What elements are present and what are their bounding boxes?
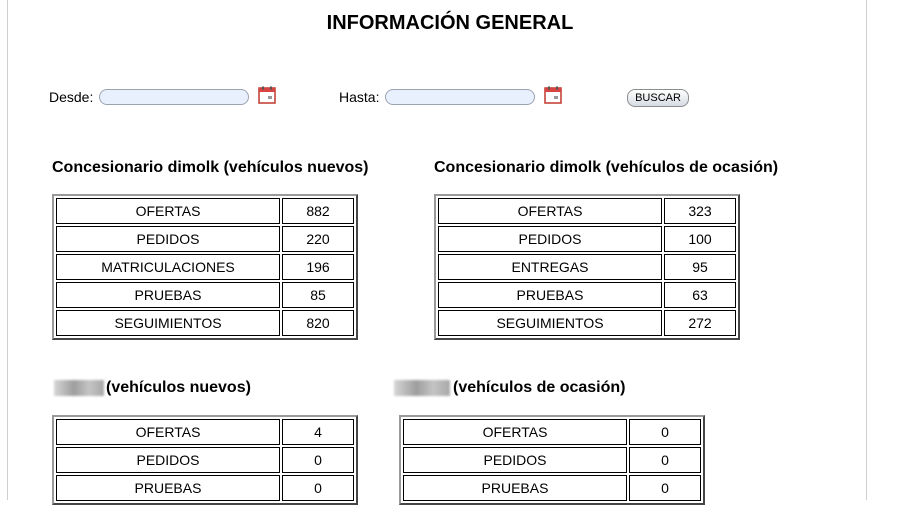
table-row: PRUEBAS 63 (438, 282, 736, 308)
row-value: 220 (282, 226, 354, 252)
table-row: ENTREGAS 95 (438, 254, 736, 280)
row-value: 882 (282, 198, 354, 224)
stats-table-new-vehicles-2: OFERTAS 4 PEDIDOS 0 PRUEBAS 0 (52, 415, 358, 505)
row-label: OFERTAS (438, 198, 662, 224)
table-row: OFERTAS 0 (403, 419, 701, 445)
redacted-name (54, 380, 104, 396)
table-row: PRUEBAS 0 (403, 475, 701, 501)
to-date-input[interactable] (385, 89, 535, 105)
page-title: INFORMACIÓN GENERAL (326, 12, 574, 34)
row-label: PRUEBAS (56, 475, 280, 501)
table-row: SEGUIMIENTOS 272 (438, 310, 736, 336)
table-row: PRUEBAS 0 (56, 475, 354, 501)
row-label: PRUEBAS (403, 475, 627, 501)
table-row: OFERTAS 4 (56, 419, 354, 445)
table-row: OFERTAS 882 (56, 198, 354, 224)
row-value: 272 (664, 310, 736, 336)
row-label: OFERTAS (56, 419, 280, 445)
table-row: PEDIDOS 0 (403, 447, 701, 473)
section-title-new-vehicles-2: (vehículos nuevos) (106, 379, 251, 396)
table-row: PEDIDOS 100 (438, 226, 736, 252)
row-value: 85 (282, 282, 354, 308)
search-button[interactable]: BUSCAR (627, 89, 689, 107)
stats-table-used-vehicles: OFERTAS 323 PEDIDOS 100 ENTREGAS 95 PRUEBAS… (434, 194, 740, 340)
row-value: 95 (664, 254, 736, 280)
row-value: 196 (282, 254, 354, 280)
row-value: 100 (664, 226, 736, 252)
calendar-icon[interactable] (544, 86, 562, 104)
row-label: PRUEBAS (56, 282, 280, 308)
row-label: PEDIDOS (56, 226, 280, 252)
table-row: PEDIDOS 220 (56, 226, 354, 252)
calendar-icon[interactable] (258, 86, 276, 104)
row-value: 0 (282, 447, 354, 473)
section-title-used-vehicles: Concesionario dimolk (vehículos de ocasi… (434, 159, 779, 176)
table-row: SEGUIMIENTOS 820 (56, 310, 354, 336)
stats-table-used-vehicles-2: OFERTAS 0 PEDIDOS 0 PRUEBAS 0 (399, 415, 705, 505)
row-label: PEDIDOS (438, 226, 662, 252)
row-label: SEGUIMIENTOS (56, 310, 280, 336)
row-value: 0 (282, 475, 354, 501)
stats-table-new-vehicles: OFERTAS 882 PEDIDOS 220 MATRICULACIONES 196… (52, 194, 358, 340)
row-label: MATRICULACIONES (56, 254, 280, 280)
redacted-name (394, 380, 450, 396)
row-value: 323 (664, 198, 736, 224)
from-label: Desde: (49, 89, 94, 105)
row-value: 820 (282, 310, 354, 336)
row-label: PEDIDOS (56, 447, 280, 473)
row-label: ENTREGAS (438, 254, 662, 280)
row-label: SEGUIMIENTOS (438, 310, 662, 336)
section-title-new-vehicles: Concesionario dimolk (vehículos nuevos) (52, 159, 369, 176)
table-row: PRUEBAS 85 (56, 282, 354, 308)
row-value: 0 (629, 475, 701, 501)
table-row: OFERTAS 323 (438, 198, 736, 224)
row-label: OFERTAS (403, 419, 627, 445)
row-value: 63 (664, 282, 736, 308)
row-value: 0 (629, 447, 701, 473)
to-label: Hasta: (339, 89, 380, 105)
table-row: PEDIDOS 0 (56, 447, 354, 473)
table-row: MATRICULACIONES 196 (56, 254, 354, 280)
section-title-used-vehicles-2: (vehículos de ocasión) (453, 379, 626, 396)
row-value: 0 (629, 419, 701, 445)
row-label: PEDIDOS (403, 447, 627, 473)
row-value: 4 (282, 419, 354, 445)
from-date-input[interactable] (99, 89, 249, 105)
row-label: OFERTAS (56, 198, 280, 224)
row-label: PRUEBAS (438, 282, 662, 308)
